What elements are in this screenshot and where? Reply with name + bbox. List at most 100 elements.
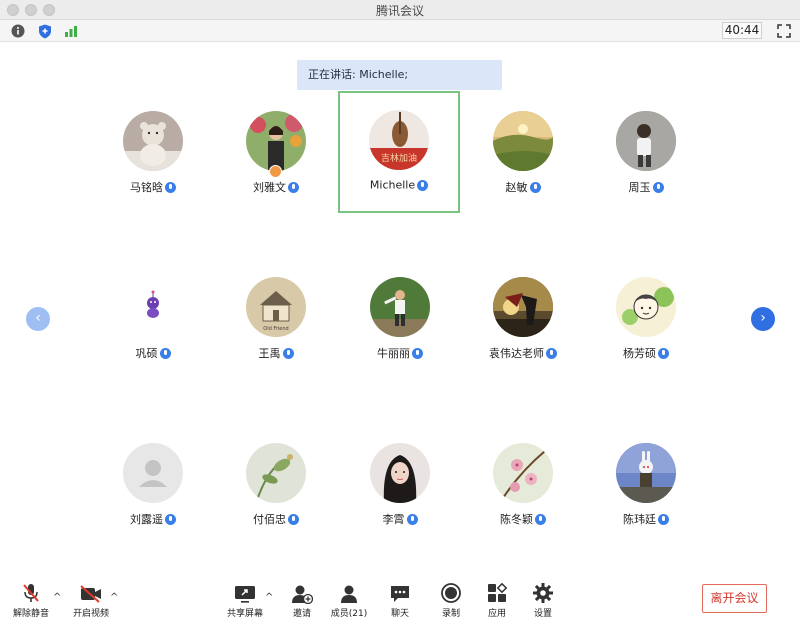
mic-icon bbox=[288, 181, 299, 193]
start-video-button[interactable]: 开启视频 bbox=[66, 580, 116, 619]
avatar bbox=[616, 111, 676, 171]
apps-label: 应用 bbox=[487, 609, 506, 619]
meeting-status-bar: 40:44 bbox=[0, 20, 800, 42]
chat-button[interactable]: 聊天 bbox=[375, 580, 425, 619]
avatar bbox=[246, 443, 306, 503]
previous-page-button[interactable]: ‹ bbox=[26, 307, 50, 331]
participant-tile[interactable]: 刘雅文 bbox=[215, 92, 337, 214]
mic-icon bbox=[412, 347, 423, 359]
participant-name-label: 王禹 bbox=[258, 347, 281, 360]
fullscreen-icon[interactable] bbox=[776, 23, 792, 39]
mic-icon bbox=[535, 513, 546, 525]
close-window-button[interactable] bbox=[7, 4, 19, 16]
security-shield-icon[interactable] bbox=[37, 23, 53, 39]
participant-tile[interactable]: 周玉 bbox=[585, 92, 707, 214]
signal-strength-icon[interactable] bbox=[63, 23, 79, 39]
avatar bbox=[493, 111, 553, 171]
meeting-window: 腾讯会议 40:44 正在讲话: Michelle; 马铭晗 刘雅文 吉林加油 … bbox=[0, 0, 800, 620]
participant-name-label: 刘雅文 bbox=[253, 181, 286, 194]
mic-icon bbox=[159, 347, 171, 359]
participant-name-label: 赵敏 bbox=[505, 181, 528, 194]
apps-icon bbox=[472, 580, 522, 604]
mic-icon bbox=[288, 513, 299, 525]
mic-icon bbox=[165, 181, 176, 193]
mic-icon bbox=[406, 513, 418, 525]
video-options-caret[interactable]: ^ bbox=[110, 592, 118, 603]
mic-icon bbox=[546, 347, 557, 359]
participant-name: 刘雅文 bbox=[215, 179, 337, 195]
participant-name: 巩硕 bbox=[92, 345, 214, 361]
participant-tile[interactable]: 巩硕 bbox=[92, 258, 214, 380]
zoom-window-button[interactable] bbox=[43, 4, 55, 16]
participant-tile[interactable]: 杨芳硕 bbox=[585, 258, 707, 380]
unmute-label: 解除静音 bbox=[12, 609, 49, 619]
unmute-button[interactable]: 解除静音 bbox=[6, 580, 56, 619]
host-icon bbox=[269, 165, 282, 178]
participant-tile[interactable]: 陈冬颖 bbox=[462, 424, 584, 546]
participant-tile[interactable]: 陈玮廷 bbox=[585, 424, 707, 546]
participant-tile[interactable]: 袁伟达老师 bbox=[462, 258, 584, 380]
participant-tile[interactable]: 牛丽丽 bbox=[339, 258, 461, 380]
avatar bbox=[493, 277, 553, 337]
participant-name: 陈冬颖 bbox=[462, 511, 584, 527]
avatar-overlay-text: Old Friend bbox=[263, 326, 288, 332]
participant-tile[interactable]: Old Friend 王禹 bbox=[215, 258, 337, 380]
participant-name: 刘露遥 bbox=[92, 511, 214, 527]
participant-tile-active-speaker[interactable]: 吉林加油 Michelle bbox=[338, 91, 460, 213]
participant-name-label: 周玉 bbox=[628, 181, 651, 194]
participant-tile[interactable]: 付佰忠 bbox=[215, 424, 337, 546]
avatar bbox=[616, 277, 676, 337]
participant-name-label: 杨芳硕 bbox=[623, 347, 656, 360]
participant-tile[interactable]: 李霄 bbox=[339, 424, 461, 546]
mic-icon bbox=[282, 347, 294, 359]
mic-icon bbox=[417, 179, 429, 191]
participant-name: 杨芳硕 bbox=[585, 345, 707, 361]
meeting-timer: 40:44 bbox=[722, 22, 762, 39]
meeting-info-icon[interactable] bbox=[10, 23, 26, 39]
participant-name: 袁伟达老师 bbox=[462, 345, 584, 361]
minimize-window-button[interactable] bbox=[25, 4, 37, 16]
share-screen-button[interactable]: 共享屏幕 bbox=[220, 580, 270, 619]
members-button[interactable]: 成员(21) bbox=[324, 580, 374, 619]
participant-name-label: 刘露遥 bbox=[130, 513, 163, 526]
start-video-label: 开启视频 bbox=[72, 609, 109, 619]
members-label: 成员(21) bbox=[330, 609, 368, 619]
participant-name-label: Michelle bbox=[369, 178, 416, 192]
participant-tile[interactable]: 赵敏 bbox=[462, 92, 584, 214]
participant-name-label: 李霄 bbox=[382, 513, 405, 526]
avatar: 吉林加油 bbox=[369, 110, 429, 170]
window-title: 腾讯会议 bbox=[375, 4, 424, 18]
apps-button[interactable]: 应用 bbox=[472, 580, 522, 619]
record-label: 录制 bbox=[441, 609, 460, 619]
participant-name: 李霄 bbox=[339, 511, 461, 527]
settings-button[interactable]: 设置 bbox=[518, 580, 568, 619]
participant-name: 付佰忠 bbox=[215, 511, 337, 527]
avatar bbox=[493, 443, 553, 503]
record-button[interactable]: 录制 bbox=[426, 580, 476, 619]
participant-name: 赵敏 bbox=[462, 179, 584, 195]
leave-meeting-button[interactable]: 离开会议 bbox=[702, 584, 767, 613]
audio-options-caret[interactable]: ^ bbox=[53, 592, 61, 603]
next-page-button[interactable]: › bbox=[751, 307, 775, 331]
settings-label: 设置 bbox=[533, 609, 552, 619]
title-bar: 腾讯会议 bbox=[0, 0, 800, 20]
share-options-caret[interactable]: ^ bbox=[265, 592, 273, 603]
members-icon bbox=[324, 580, 374, 604]
participant-name: 陈玮廷 bbox=[585, 511, 707, 527]
chat-icon bbox=[375, 580, 425, 604]
participant-tile[interactable]: 马铭晗 bbox=[92, 92, 214, 214]
mic-icon bbox=[658, 347, 669, 359]
mic-muted-icon bbox=[6, 580, 56, 604]
participant-tile[interactable]: 刘露遥 bbox=[92, 424, 214, 546]
invite-button[interactable]: 邀请 bbox=[277, 580, 327, 619]
chat-label: 聊天 bbox=[390, 609, 409, 619]
active-speaker-banner: 正在讲话: Michelle; bbox=[297, 60, 502, 90]
share-screen-icon bbox=[220, 580, 270, 604]
participant-name: Michelle bbox=[340, 178, 458, 192]
participant-name-label: 袁伟达老师 bbox=[489, 347, 544, 360]
mic-icon bbox=[658, 513, 669, 525]
participant-name-label: 牛丽丽 bbox=[377, 347, 410, 360]
avatar bbox=[370, 277, 430, 337]
invite-label: 邀请 bbox=[292, 609, 311, 619]
gear-icon bbox=[518, 580, 568, 604]
